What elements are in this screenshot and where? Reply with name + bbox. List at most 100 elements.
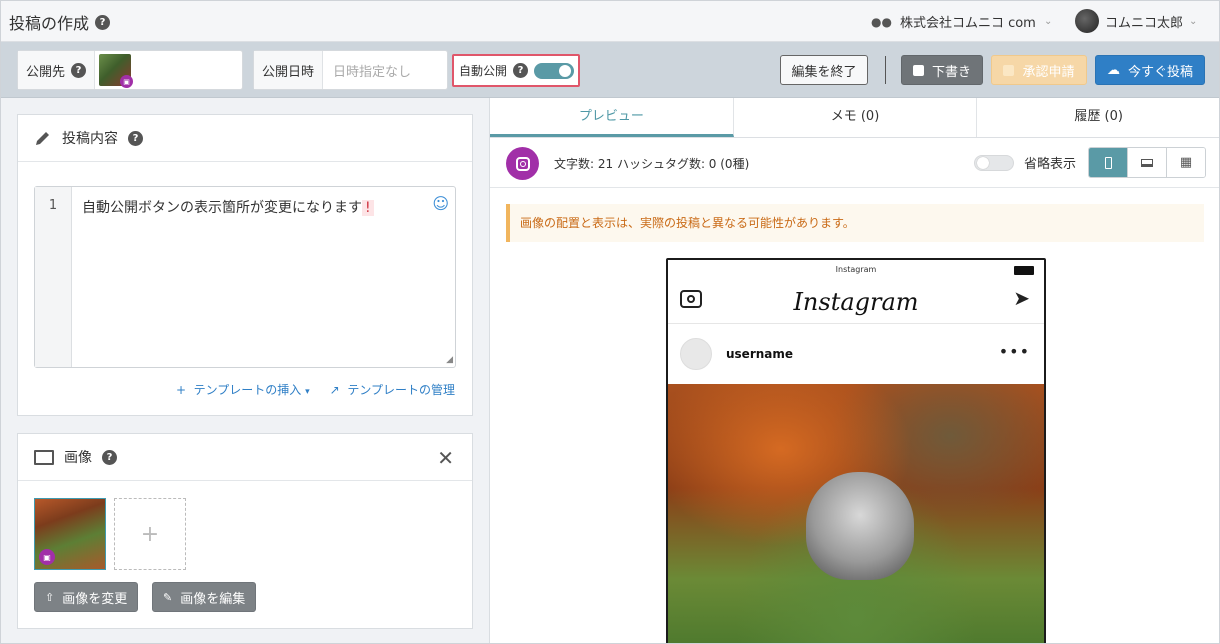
tab-preview[interactable]: プレビュー [490,98,734,137]
draft-button-label: 下書き [931,64,971,80]
edit-image-label: 画像を編集 [180,591,246,607]
manage-template-label: テンプレートの管理 [347,383,455,397]
abbreviate-label: 省略表示 [1024,157,1077,172]
dog-photo-subject [806,472,914,580]
instagram-logo: Instagram [793,287,919,316]
instagram-preview-phone: Instagram Instagram ➤ username ••• [666,258,1046,643]
tab-memo[interactable]: メモ (0) [733,98,978,137]
post-text-editor[interactable]: 1 自動公開ボタンの表示箇所が変更になります! ☺ ◢ [34,186,456,368]
image-card-header: 画像 ? [18,434,472,481]
save-icon [912,64,924,76]
edit-image-button[interactable]: ✎ 画像を編集 [152,582,257,612]
help-icon[interactable]: ? [513,63,529,78]
post-now-button[interactable]: ☁ 今すぐ投稿 [1095,55,1205,85]
page-title-text: 投稿の作成 [9,14,90,33]
auto-publish-control: 自動公開 ? [452,54,580,87]
mobile-icon [1104,156,1112,169]
user-name: コムニコ太郎 [1105,15,1184,31]
insert-template-link[interactable]: + テンプレートの挿入 ▾ [176,381,310,398]
post-toolbar: 公開先 ? ▣ 公開日時 日時指定なし 自動公開 ? 編集を終了 下書き 承認申… [1,42,1219,98]
post-content-title: 投稿内容 [62,131,118,147]
mobile-view-button[interactable] [1089,148,1128,177]
image-icon [34,449,54,465]
resize-handle[interactable]: ◢ [446,355,453,365]
avatar [680,338,712,370]
abbreviate-toggle[interactable] [974,154,1014,171]
instagram-icon[interactable] [506,147,539,180]
post-user-row: username ••• [668,324,1044,384]
auto-publish-toggle[interactable] [534,62,575,79]
chevron-down-icon: ⌄ [1043,16,1053,27]
top-header: 投稿の作成 ? ●● 株式会社コムニコ comm ⌄ コムニコ太郎 ⌄ [1,1,1219,42]
edit-icon: ✎ [163,590,173,604]
character-count: 文字数: 21 ハッシュタグ数: 0 (0種) [554,157,750,171]
post-text-line[interactable]: 自動公開ボタンの表示箇所が変更になります! [82,197,374,217]
editor-column: 投稿内容 ? 1 自動公開ボタンの表示箇所が変更になります! ☺ ◢ + テンプ… [1,98,489,643]
approval-button-label: 承認申請 [1022,64,1075,80]
cloud-upload-icon: ☁ [1106,62,1120,78]
preview-column: プレビュー メモ (0) 履歴 (0) 文字数: 21 ハッシュタグ数: 0 (… [489,98,1219,643]
add-image-button[interactable]: + [114,498,186,570]
publish-to-label: 公開先 ? [18,51,96,89]
image-thumbnail[interactable]: ▣ [34,498,106,570]
approval-request-button[interactable]: 承認申請 [991,55,1087,85]
line-number: 1 [35,187,72,367]
chevron-down-icon: ▾ [305,387,310,397]
help-icon[interactable]: ? [71,62,87,78]
preview-info-bar: 文字数: 21 ハッシュタグ数: 0 (0種) 省略表示 ▦ [490,138,1219,188]
tab-history[interactable]: 履歴 (0) [977,98,1219,137]
account-thumbnail: ▣ [99,54,134,88]
desktop-view-button[interactable] [1128,148,1167,177]
abbreviate-control: 省略表示 [974,153,1076,172]
desktop-icon [1141,158,1153,167]
grid-view-button[interactable]: ▦ [1167,148,1205,177]
help-icon[interactable]: ? [102,449,117,465]
instagram-icon: ▣ [39,549,55,565]
end-edit-button[interactable]: 編集を終了 [780,55,868,85]
battery-icon [1014,266,1034,275]
help-icon[interactable]: ? [95,14,111,30]
more-icon: ••• [998,342,1030,361]
publish-datetime-field[interactable]: 公開日時 日時指定なし [253,50,448,90]
help-icon[interactable]: ? [128,130,143,146]
image-card-title: 画像 [64,450,92,466]
company-selector[interactable]: ●● 株式会社コムニコ comm ⌄ [871,12,1053,32]
emoji-icon[interactable]: ☺ [432,194,449,213]
post-content-header: 投稿内容 ? [18,115,472,162]
change-image-button[interactable]: ⇧ 画像を変更 [34,582,139,612]
auto-publish-label: 自動公開 [459,64,508,78]
image-card: 画像 ? ✕ ▣ + ⇧ 画像を変更 ✎ 画像を編集 [17,433,473,629]
avatar [1075,9,1099,33]
view-mode-selector: ▦ [1088,147,1206,178]
camera-icon [680,290,702,308]
post-text: 自動公開ボタンの表示箇所が変更になります [82,200,362,216]
phone-status-title: Instagram [835,265,877,274]
post-now-label: 今すぐ投稿 [1127,64,1193,80]
grid-icon: ▦ [1179,155,1193,170]
close-icon[interactable]: ✕ [437,446,454,470]
template-links: + テンプレートの挿入 ▾ ↗ テンプレートの管理 [176,381,455,398]
insert-template-label: テンプレートの挿入 [193,383,302,397]
users-icon: ●● [871,14,892,29]
warning-mark: ! [362,200,374,216]
external-link-icon: ↗ [329,383,340,397]
publish-datetime-label: 公開日時 [254,51,324,89]
instagram-icon: ▣ [120,75,134,88]
company-name: 株式会社コムニコ comm [899,16,1036,31]
chevron-down-icon: ⌄ [1189,15,1198,27]
page-title: 投稿の作成 ? [9,10,111,34]
publish-to-field[interactable]: 公開先 ? ▣ [17,50,243,90]
draft-button[interactable]: 下書き [901,55,983,85]
preview-notice: 画像の配置と表示は、実際の投稿と異なる可能性があります。 [506,204,1204,242]
user-menu[interactable]: コムニコ太郎 ⌄ [1075,9,1197,33]
post-image [668,384,1044,643]
phone-status-bar: Instagram [668,260,1044,280]
app-frame: 投稿の作成 ? ●● 株式会社コムニコ comm ⌄ コムニコ太郎 ⌄ 公開先 … [0,0,1220,644]
publish-datetime-input[interactable]: 日時指定なし [323,61,411,80]
post-content-card: 投稿内容 ? 1 自動公開ボタンの表示箇所が変更になります! ☺ ◢ + テンプ… [17,114,473,416]
approval-icon [1003,64,1015,76]
pencil-icon [36,132,49,145]
post-username: username [726,347,794,361]
manage-template-link[interactable]: ↗ テンプレートの管理 [330,381,455,398]
toolbar-divider [885,56,886,84]
